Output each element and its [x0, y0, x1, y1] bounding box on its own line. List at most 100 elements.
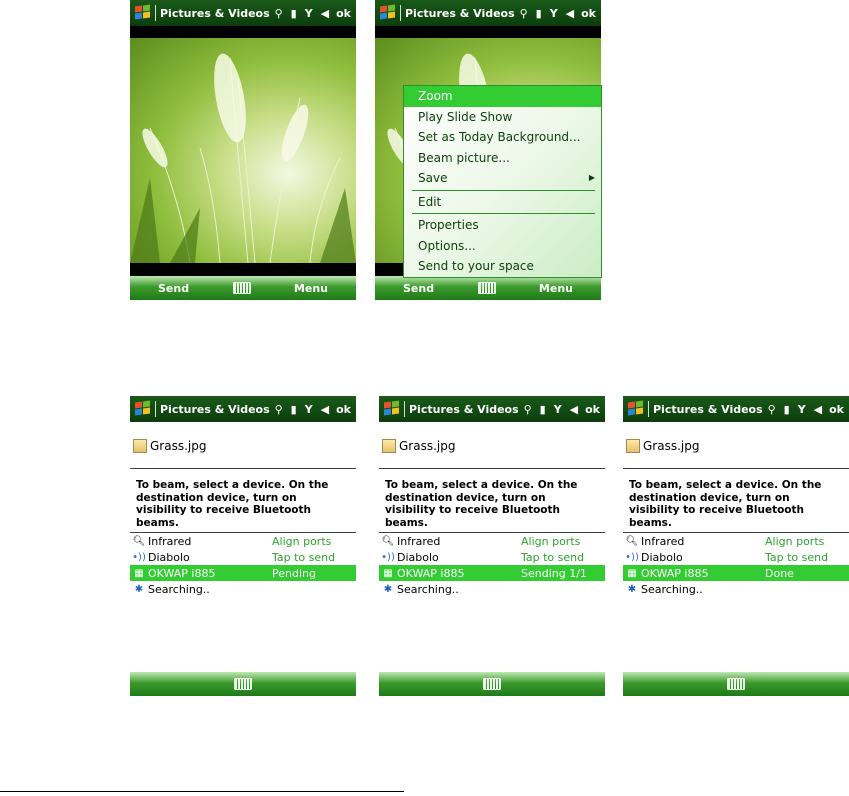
image-file-icon [382, 439, 396, 453]
network-icon[interactable]: ⚲ [524, 403, 532, 416]
bluetooth-icon: ✱ [383, 583, 393, 595]
menu-item-properties[interactable]: Properties [404, 215, 601, 236]
softkey-bar: Send Menu [375, 276, 601, 300]
menu-softkey[interactable]: Menu [539, 282, 573, 295]
device-status: Tap to send [272, 550, 336, 564]
title-separator [404, 401, 405, 417]
battery-icon[interactable]: ▮ [540, 403, 546, 416]
device-name: Diabolo [148, 550, 190, 564]
image-file-icon [626, 439, 640, 453]
signal-icon[interactable]: Y [305, 7, 313, 20]
send-softkey[interactable]: Send [403, 282, 434, 295]
network-icon[interactable]: ⚲ [768, 403, 776, 416]
volume-mute-icon[interactable]: ◀ [570, 403, 578, 416]
context-menu: Zoom Play Slide Show Set as Today Backgr… [403, 85, 602, 278]
bluetooth-icon: ✱ [134, 583, 144, 595]
ok-button[interactable]: ok [585, 403, 600, 416]
ok-button[interactable]: ok [581, 7, 596, 20]
menu-softkey[interactable]: Menu [294, 282, 328, 295]
device-icon: ▦ [627, 567, 637, 579]
send-softkey[interactable]: Send [158, 282, 189, 295]
keyboard-icon[interactable] [234, 678, 252, 690]
signal-icon[interactable]: Y [798, 403, 806, 416]
file-name: Grass.jpg [150, 439, 207, 453]
menu-item-send-to-space[interactable]: Send to your space [404, 256, 601, 277]
image-file-icon [133, 439, 147, 453]
device-icon: ▦ [383, 567, 393, 579]
battery-icon[interactable]: ▮ [536, 7, 542, 20]
battery-icon[interactable]: ▮ [784, 403, 790, 416]
top-letterbox [375, 26, 601, 38]
network-icon[interactable]: ⚲ [275, 403, 283, 416]
menu-item-edit[interactable]: Edit [404, 192, 601, 213]
magnifier-icon: 🔍︎ [132, 535, 146, 547]
device-row-okwap[interactable]: ▦ OKWAP i885 Pending [130, 565, 356, 581]
device-row-searching: ✱ Searching.. [379, 581, 605, 597]
device-row-infrared[interactable]: 🔍︎ Infrared Align ports [623, 533, 849, 549]
device-row-diabolo[interactable]: •)) Diabolo Tap to send [130, 549, 356, 565]
menu-item-save[interactable]: Save ▶ [404, 168, 601, 189]
device-status: Pending [272, 566, 316, 580]
signal-icon[interactable]: Y [305, 403, 313, 416]
device-status: Align ports [521, 534, 581, 548]
signal-icon[interactable]: Y [554, 403, 562, 416]
menu-item-set-today-background[interactable]: Set as Today Background... [404, 127, 601, 148]
start-icon[interactable] [379, 4, 397, 21]
start-icon[interactable] [134, 400, 152, 417]
menu-item-play-slide-show[interactable]: Play Slide Show [404, 107, 601, 128]
magnifier-icon: 🔍︎ [381, 535, 395, 547]
volume-mute-icon[interactable]: ◀ [321, 7, 329, 20]
file-name: Grass.jpg [399, 439, 456, 453]
keyboard-icon[interactable] [477, 282, 496, 294]
device-row-okwap[interactable]: ▦ OKWAP i885 Done [623, 565, 849, 581]
device-status: Sending 1/1 [521, 566, 587, 580]
volume-mute-icon[interactable]: ◀ [814, 403, 822, 416]
softkey-bar [130, 672, 356, 696]
softkey-bar [379, 672, 605, 696]
battery-icon[interactable]: ▮ [291, 403, 297, 416]
device-name: Infrared [397, 534, 441, 548]
app-title: Pictures & Videos [405, 6, 515, 20]
device-row-infrared[interactable]: 🔍︎ Infrared Align ports [130, 533, 356, 549]
screen-photo-view: Pictures & Videos ⚲ ▮ Y ◀ ok Send Menu [130, 0, 356, 300]
wireless-icon: •)) [132, 551, 146, 563]
ok-button[interactable]: ok [336, 7, 351, 20]
device-status: Tap to send [765, 550, 829, 564]
network-icon[interactable]: ⚲ [275, 7, 283, 20]
title-bar: Pictures & Videos ⚲ ▮ Y ◀ ok [130, 396, 356, 422]
magnifier-icon: 🔍︎ [625, 535, 639, 547]
file-name: Grass.jpg [643, 439, 700, 453]
volume-mute-icon[interactable]: ◀ [321, 403, 329, 416]
ok-button[interactable]: ok [829, 403, 844, 416]
network-icon[interactable]: ⚲ [520, 7, 528, 20]
bottom-letterbox [130, 263, 356, 276]
beam-instructions: To beam, select a device. On the destina… [136, 479, 329, 529]
device-name: OKWAP i885 [397, 566, 465, 580]
screen-beam-1: Pictures & Videos ⚲ ▮ Y ◀ ok Grass.jpg T… [130, 396, 356, 696]
menu-divider [412, 213, 595, 214]
signal-icon[interactable]: Y [550, 7, 558, 20]
battery-icon[interactable]: ▮ [291, 7, 297, 20]
device-row-diabolo[interactable]: •)) Diabolo Tap to send [379, 549, 605, 565]
menu-item-zoom[interactable]: Zoom [404, 86, 601, 107]
device-name: Infrared [148, 534, 192, 548]
start-icon[interactable] [134, 4, 152, 21]
keyboard-icon[interactable] [727, 678, 745, 690]
device-row-infrared[interactable]: 🔍︎ Infrared Align ports [379, 533, 605, 549]
device-list: 🔍︎ Infrared Align ports •)) Diabolo Tap … [623, 532, 849, 597]
volume-mute-icon[interactable]: ◀ [566, 7, 574, 20]
grass-photo[interactable] [130, 38, 356, 263]
file-line: Grass.jpg [623, 434, 849, 458]
start-icon[interactable] [627, 400, 645, 417]
keyboard-icon[interactable] [483, 678, 501, 690]
menu-item-beam-picture[interactable]: Beam picture... [404, 148, 601, 169]
device-row-searching: ✱ Searching.. [623, 581, 849, 597]
keyboard-icon[interactable] [232, 282, 251, 294]
device-row-diabolo[interactable]: •)) Diabolo Tap to send [623, 549, 849, 565]
device-status: Align ports [272, 534, 332, 548]
title-separator [648, 401, 649, 417]
start-icon[interactable] [383, 400, 401, 417]
device-row-okwap[interactable]: ▦ OKWAP i885 Sending 1/1 [379, 565, 605, 581]
menu-item-options[interactable]: Options... [404, 236, 601, 257]
ok-button[interactable]: ok [336, 403, 351, 416]
